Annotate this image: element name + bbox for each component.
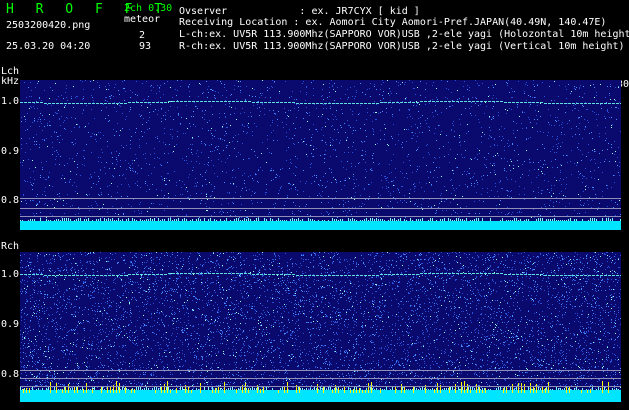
rch-y-tick: 1.0 [1,269,20,280]
channel-mode: 2ch 0.30 [124,3,173,14]
rch-waterfall [20,252,621,402]
rch-info: R-ch:ex. UV5R 113.900Mhz(SAPPORO VOR)USB… [179,41,625,52]
timestamp: 25.03.20 04:20 [6,41,91,52]
meteor-label: meteor [124,14,161,25]
lch-info: L-ch:ex. UV5R 113.900Mhz(SAPPORO VOR)USB… [179,29,629,40]
lch-ref-line [20,208,621,209]
rch-spectrogram [20,252,621,402]
meteor-count-lch: 2 [139,30,146,41]
file-name: 2503200420.png [6,20,91,31]
lch-ref-line [20,216,621,217]
rch-ref-line [20,370,621,371]
lch-unit: kHz [1,76,20,87]
observer-info: Ovserver : ex. JR7CYX [ kid ] [179,6,420,17]
lch-ref-line [20,198,621,199]
meteor-count-rch: 93 [139,41,152,52]
rch-y-tick: 0.8 [1,369,20,380]
rch-label: Rch [1,241,20,252]
lch-waterfall [20,80,621,230]
location-info: Receiving Location : ex. Aomori City Aom… [179,17,607,28]
lch-y-tick: 0.8 [1,195,20,206]
rch-y-tick: 0.9 [1,319,20,330]
rch-ref-line [20,378,621,379]
rch-ref-line [20,386,621,387]
lch-y-tick: 1.0 [1,96,20,107]
lch-y-tick: 0.9 [1,146,20,157]
